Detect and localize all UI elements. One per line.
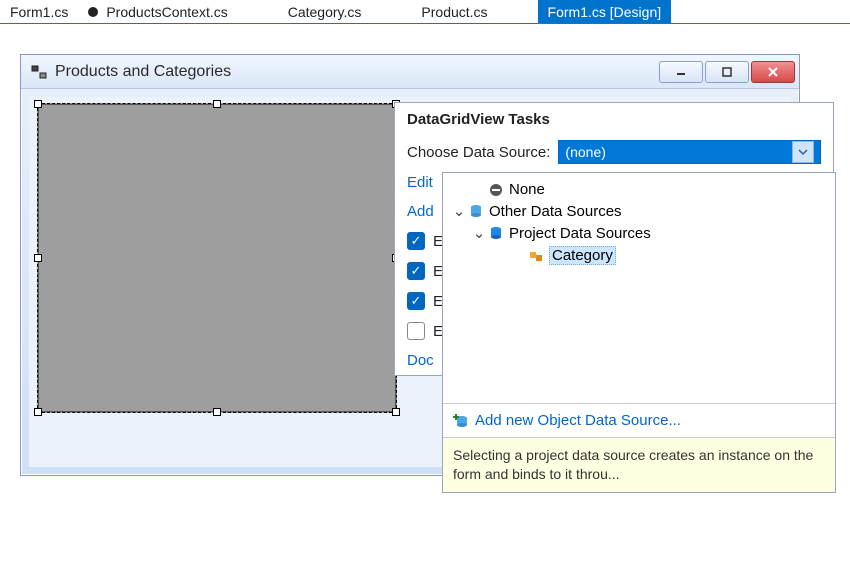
tab-productscontext-cs[interactable]: ProductsContext.cs [78, 0, 237, 23]
tab-category-cs[interactable]: Category.cs [278, 0, 372, 23]
database-icon [487, 225, 505, 241]
checkbox-unchecked-icon[interactable] [407, 322, 425, 340]
class-icon [527, 248, 545, 264]
database-stack-icon [467, 203, 485, 219]
data-source-hint: Selecting a project data source creates … [443, 437, 835, 492]
add-database-icon [453, 413, 469, 429]
tab-form1-design[interactable]: Form1.cs [Design] [538, 0, 672, 23]
add-new-object-data-source-link[interactable]: Add new Object Data Source... [443, 403, 835, 437]
tree-label: None [509, 181, 545, 198]
minimize-button[interactable] [659, 61, 703, 83]
form-icon [31, 64, 47, 80]
tab-product-cs[interactable]: Product.cs [411, 0, 497, 23]
choose-data-source-label: Choose Data Source: [407, 144, 550, 161]
designer-surface: Products and Categories [0, 24, 850, 582]
tree-node-category[interactable]: Category [451, 244, 827, 267]
add-new-label: Add new Object Data Source... [475, 412, 681, 429]
resize-handle-n[interactable] [213, 100, 221, 108]
tree-label: Project Data Sources [509, 225, 651, 242]
tab-label: Category.cs [288, 4, 362, 20]
resize-handle-w[interactable] [34, 254, 42, 262]
tab-label: Product.cs [421, 4, 487, 20]
tree-node-other-data-sources[interactable]: ⌄ Other Data Sources [451, 200, 827, 222]
checkbox-checked-icon[interactable]: ✓ [407, 232, 425, 250]
tree-label: Category [549, 246, 616, 265]
data-source-tree: None ⌄ Other Data Sources ⌄ Project Data… [443, 173, 835, 403]
window-buttons [659, 61, 795, 83]
form-title: Products and Categories [55, 63, 659, 81]
tab-label: Form1.cs [10, 4, 68, 20]
resize-handle-nw[interactable] [34, 100, 42, 108]
tab-label: Form1.cs [Design] [548, 4, 662, 20]
resize-handle-s[interactable] [213, 408, 221, 416]
resize-handle-se[interactable] [392, 408, 400, 416]
chevron-down-icon[interactable] [792, 141, 814, 163]
maximize-button[interactable] [705, 61, 749, 83]
data-source-combo[interactable]: (none) [558, 140, 821, 164]
tree-node-none[interactable]: None [451, 179, 827, 200]
checkbox-checked-icon[interactable]: ✓ [407, 292, 425, 310]
tasks-title: DataGridView Tasks [395, 103, 833, 136]
tab-form1-cs[interactable]: Form1.cs [0, 0, 78, 23]
resize-handle-sw[interactable] [34, 408, 42, 416]
dirty-dot-icon [88, 7, 98, 17]
datagridview-control[interactable]: ◂ [37, 103, 397, 413]
data-source-dropdown: None ⌄ Other Data Sources ⌄ Project Data… [442, 172, 836, 493]
close-button[interactable] [751, 61, 795, 83]
data-source-selected-value: (none) [565, 144, 605, 160]
chevron-down-icon[interactable]: ⌄ [451, 202, 467, 220]
tab-label: ProductsContext.cs [106, 4, 227, 20]
chevron-down-icon[interactable]: ⌄ [471, 224, 487, 242]
checkbox-checked-icon[interactable]: ✓ [407, 262, 425, 280]
tree-label: Other Data Sources [489, 203, 622, 220]
form-titlebar[interactable]: Products and Categories [21, 55, 799, 89]
choose-data-source-row: Choose Data Source: (none) [395, 136, 833, 168]
document-tab-strip: Form1.cs ProductsContext.cs Category.cs … [0, 0, 850, 24]
none-icon [487, 182, 505, 198]
tree-node-project-data-sources[interactable]: ⌄ Project Data Sources [451, 222, 827, 244]
